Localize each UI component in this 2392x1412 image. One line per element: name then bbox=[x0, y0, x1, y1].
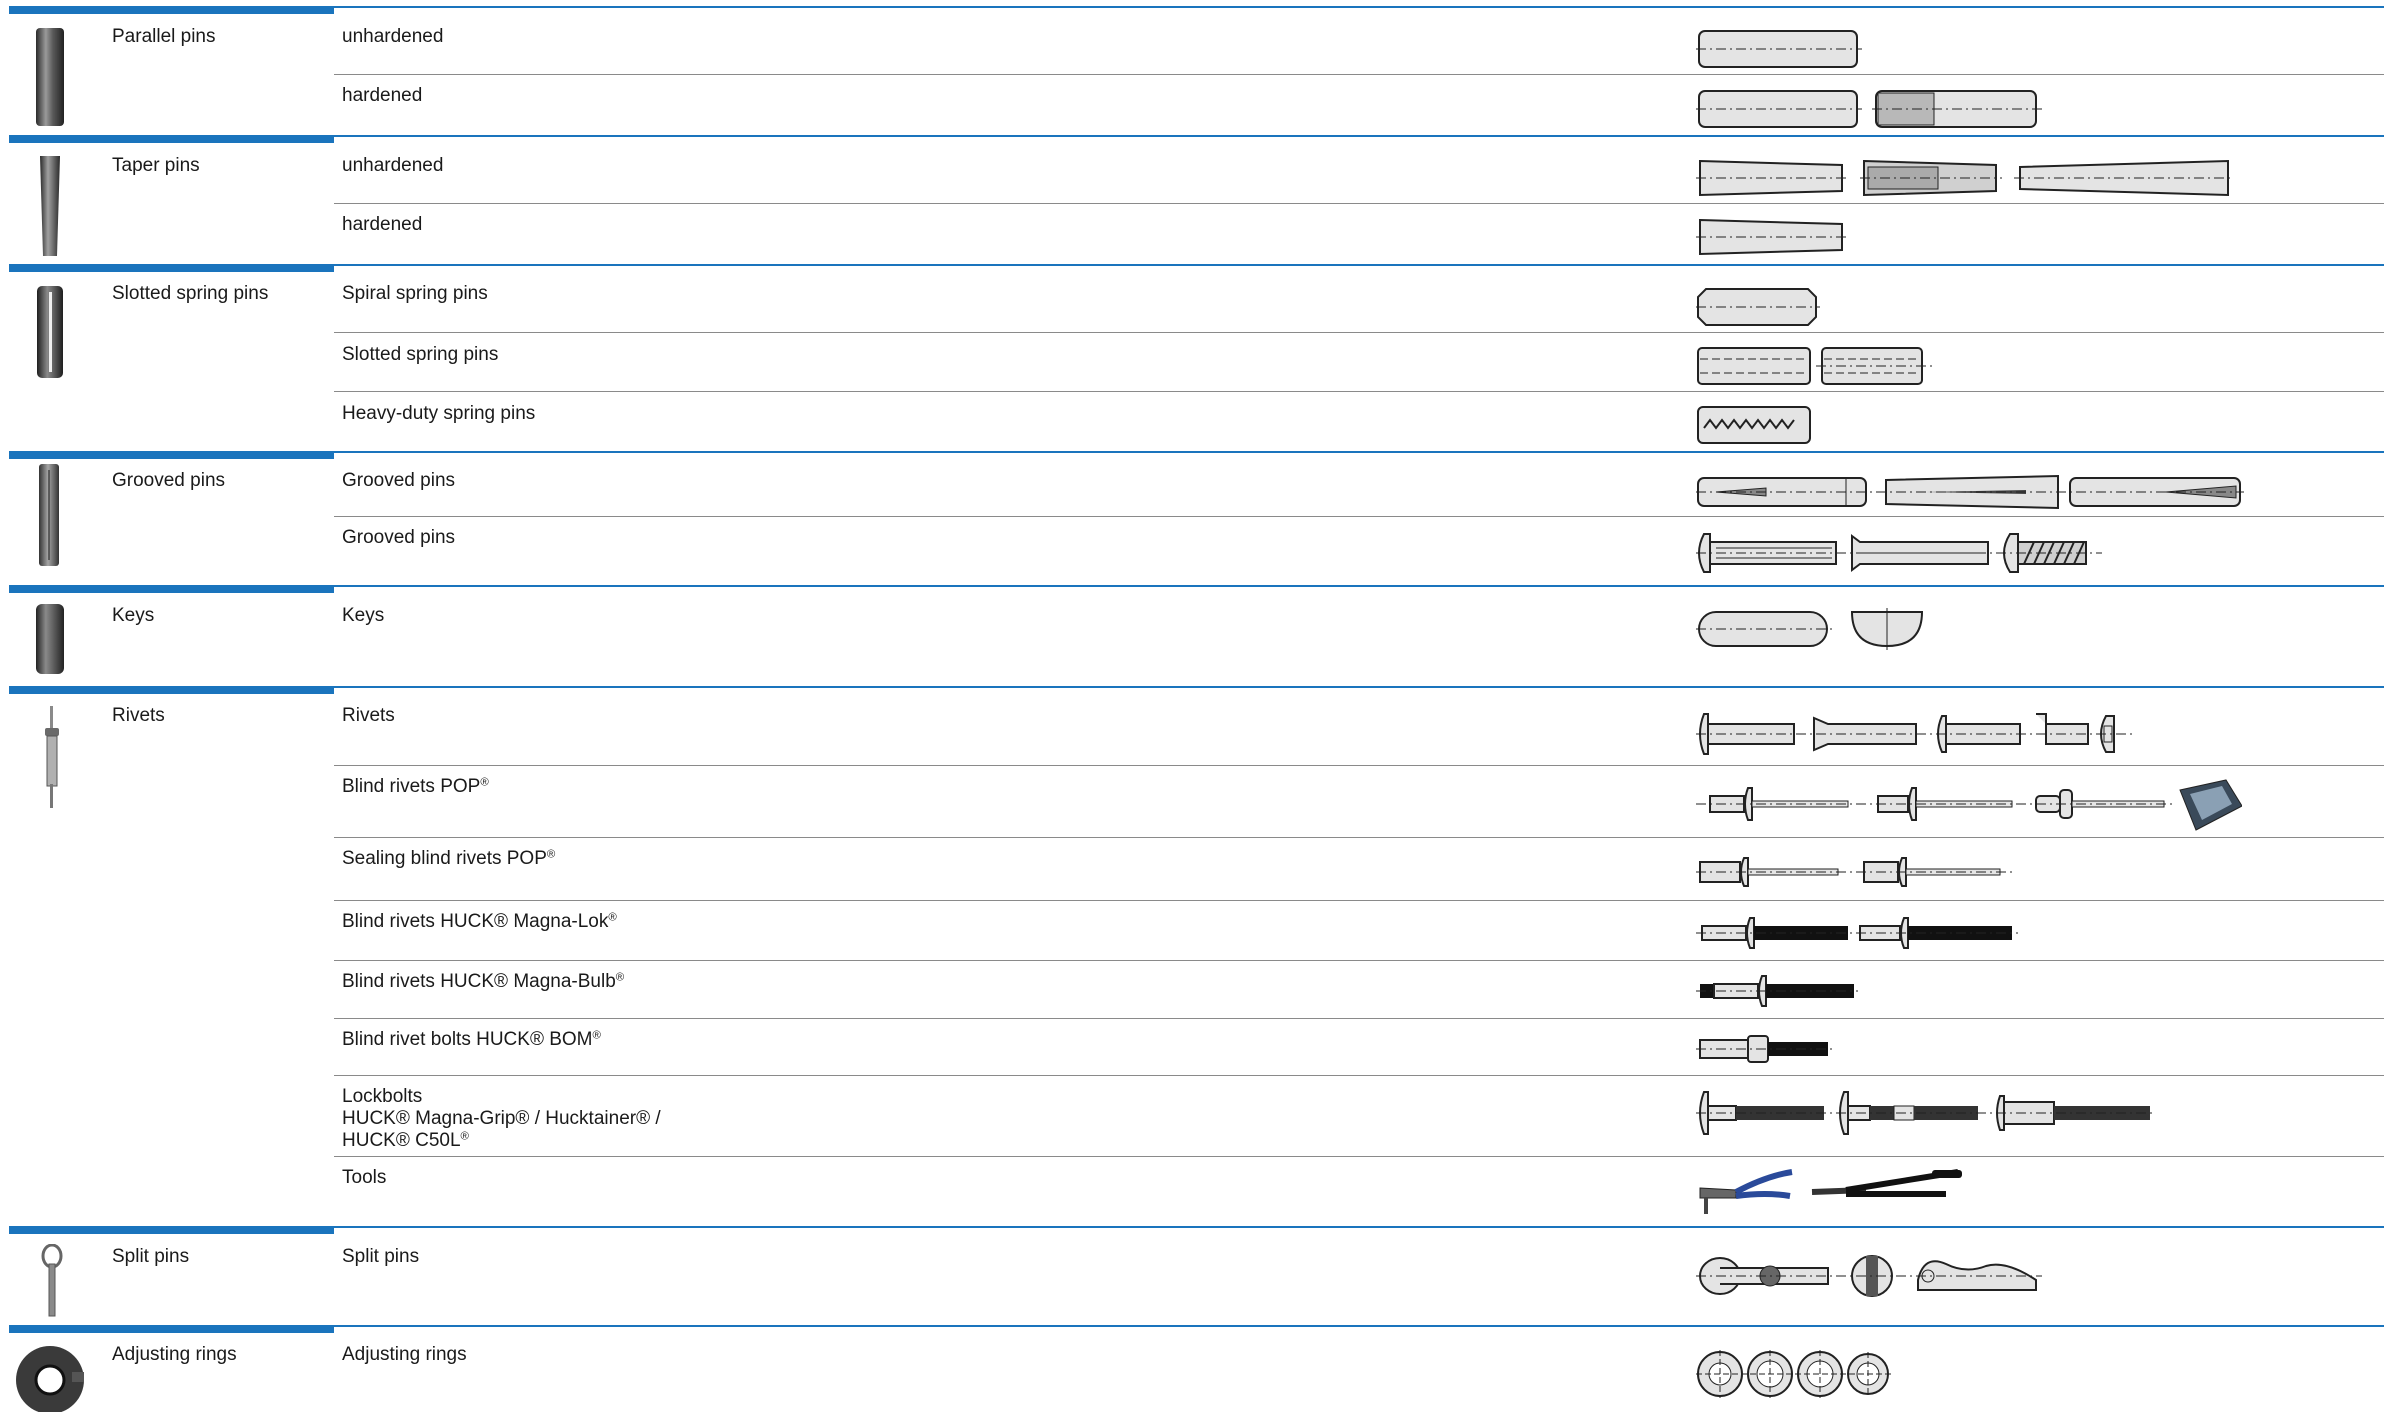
grooved-pin-drawing-1 bbox=[1696, 474, 2244, 510]
category-label-taper-pins: Taper pins bbox=[112, 155, 200, 176]
category-label-rivets: Rivets bbox=[112, 705, 165, 726]
slotted-spring-pin-photo-icon bbox=[37, 286, 63, 378]
sub-label: Spiral spring pins bbox=[342, 283, 488, 304]
adjusting-ring-drawing bbox=[1696, 1350, 1892, 1398]
rivet-photo-icon bbox=[45, 706, 59, 808]
lockbolt-drawing bbox=[1696, 1091, 2154, 1135]
blind-rivet-magna-bulb-drawing bbox=[1696, 975, 1858, 1007]
key-drawing bbox=[1696, 608, 1924, 650]
slotted-spring-pin-drawing bbox=[1697, 347, 1934, 385]
split-pin-photo-icon bbox=[41, 1244, 63, 1317]
sub-label: Grooved pins bbox=[342, 470, 456, 491]
sub-label: Blind rivets HUCK® Magna-Lok® bbox=[342, 911, 617, 932]
category-label-parallel-pins: Parallel pins bbox=[112, 26, 216, 47]
sub-label: Tools bbox=[342, 1167, 387, 1188]
parallel-pin-photo-icon bbox=[36, 28, 64, 126]
rivet-drawing bbox=[1696, 713, 2132, 755]
sub-label: unhardened bbox=[342, 155, 444, 176]
heavy-duty-spring-pin-drawing bbox=[1697, 406, 1811, 444]
sub-label: hardened bbox=[342, 85, 423, 106]
sub-label: Adjusting rings bbox=[342, 1344, 467, 1365]
key-photo-icon bbox=[36, 604, 64, 674]
sub-label: Blind rivets POP® bbox=[342, 776, 489, 797]
blind-rivet-magna-lok-drawing bbox=[1696, 917, 2018, 949]
adjusting-ring-photo-icon bbox=[16, 1346, 84, 1412]
taper-pin-photo-icon bbox=[40, 156, 60, 256]
sub-label: unhardened bbox=[342, 26, 444, 47]
blind-rivet-pop-drawing bbox=[1696, 779, 2242, 831]
rivet-tools-image bbox=[1699, 1169, 1962, 1214]
blind-rivet-bolt-bom-drawing bbox=[1696, 1035, 1832, 1063]
parallel-pin-hardened-drawing bbox=[1696, 90, 2042, 128]
category-label-adjusting-rings: Adjusting rings bbox=[112, 1344, 237, 1365]
sub-label: Sealing blind rivets POP® bbox=[342, 848, 556, 869]
spiral-spring-pin-drawing bbox=[1696, 288, 1820, 326]
category-label-split-pins: Split pins bbox=[112, 1246, 190, 1267]
sub-label: Split pins bbox=[342, 1246, 420, 1267]
taper-pin-hardened-drawing bbox=[1696, 218, 1848, 256]
sub-label: Blind rivets HUCK® Magna-Bulb® bbox=[342, 971, 625, 992]
sub-label: Grooved pins bbox=[342, 527, 456, 548]
sub-label: Keys bbox=[342, 605, 385, 626]
split-pin-drawing bbox=[1696, 1255, 2042, 1297]
sub-label: Slotted spring pins bbox=[342, 344, 499, 365]
taper-pin-unhardened-drawing bbox=[1696, 159, 2232, 197]
sub-label: hardened bbox=[342, 214, 423, 235]
grooved-pin-photo-icon bbox=[39, 464, 59, 566]
category-label-keys: Keys bbox=[112, 605, 155, 626]
parallel-pin-unhardened-drawing bbox=[1696, 30, 1862, 68]
sub-label: Rivets bbox=[342, 705, 395, 726]
sub-label: Heavy-duty spring pins bbox=[342, 403, 536, 424]
sub-label: Blind rivet bolts HUCK® BOM® bbox=[342, 1029, 601, 1050]
sealing-blind-rivet-pop-drawing bbox=[1696, 857, 2014, 887]
category-label-slotted-spring-pins: Slotted spring pins bbox=[112, 283, 269, 304]
category-label-grooved-pins: Grooved pins bbox=[112, 470, 226, 491]
sub-label: Lockbolts HUCK® Magna-Grip® / Hucktainer… bbox=[342, 1086, 661, 1151]
grooved-pin-drawing-2 bbox=[1696, 533, 2102, 573]
